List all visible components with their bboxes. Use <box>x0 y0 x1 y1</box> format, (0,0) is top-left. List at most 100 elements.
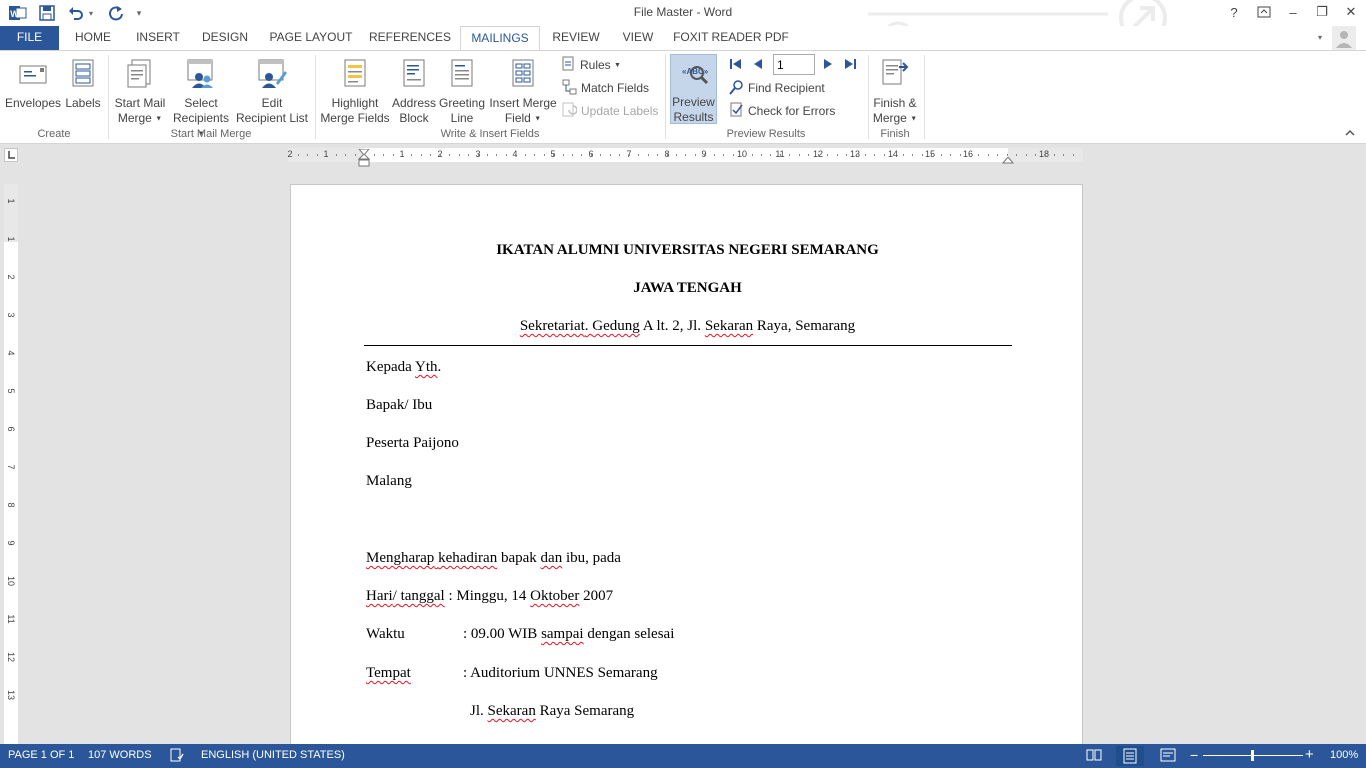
record-number-input[interactable] <box>773 54 815 75</box>
ruler-tick <box>808 154 809 156</box>
preview-results-label-1: Preview <box>672 95 715 109</box>
previous-record-icon[interactable] <box>751 57 767 73</box>
header-divider <box>364 345 1012 346</box>
read-mode-icon[interactable] <box>1086 748 1102 765</box>
ruler-tick <box>846 154 847 156</box>
next-record-icon[interactable] <box>821 57 837 73</box>
tab-mailings[interactable]: MAILINGS <box>460 26 540 51</box>
tab-foxit-reader-pdf[interactable]: FOXIT READER PDF <box>672 26 790 50</box>
ruler-tick <box>468 154 469 156</box>
ruler-tick <box>591 154 592 156</box>
page-count[interactable]: PAGE 1 OF 1 <box>8 749 74 761</box>
ruler-tick <box>317 154 318 156</box>
tab-view[interactable]: VIEW <box>616 26 660 50</box>
ruler-tick <box>969 154 970 156</box>
preview-abc-icon: «ABC» <box>671 58 716 92</box>
ruler-tick <box>799 154 800 156</box>
ruler-number: 13 <box>849 149 861 159</box>
greeting-line-button[interactable]: Greeting Line <box>437 57 487 126</box>
rules-icon <box>562 56 576 75</box>
heading-organization: IKATAN ALUMNI UNIVERSITAS NEGERI SEMARAN… <box>496 242 879 258</box>
address-block-button[interactable]: Address Block <box>391 57 437 126</box>
event-street: Jl. Sekaran Raya Semarang <box>470 703 635 719</box>
account-dropdown-icon[interactable]: ▾ <box>1318 33 1322 42</box>
first-record-icon[interactable] <box>728 57 746 73</box>
group-separator <box>868 55 869 139</box>
ruler-tick <box>421 154 422 156</box>
ruler-number: 2 <box>6 274 16 280</box>
print-layout-icon[interactable] <box>1116 746 1144 766</box>
check-for-errors-icon <box>729 102 744 121</box>
ruler-tick <box>648 154 649 156</box>
ruler-tick <box>761 154 762 156</box>
web-layout-icon[interactable] <box>1160 748 1176 765</box>
close-button[interactable]: ✕ <box>1337 2 1365 22</box>
find-recipient-label: Find Recipient <box>748 81 825 95</box>
insert-merge-field-label-2: Field <box>504 111 531 125</box>
edit-recipient-list-button[interactable]: Edit Recipient List <box>234 57 310 126</box>
ruler-tick <box>723 154 724 156</box>
ruler-tick <box>496 154 497 156</box>
hanging-indent-marker[interactable] <box>357 153 371 168</box>
ruler-tick <box>837 154 838 156</box>
tab-page-layout[interactable]: PAGE LAYOUT <box>265 26 357 50</box>
zoom-level[interactable]: 100% <box>1330 749 1358 761</box>
ruler-tick <box>884 154 885 156</box>
ruler-tick <box>941 154 942 156</box>
finish-merge-button[interactable]: Finish & Merge ▼ <box>870 57 920 126</box>
ruler-tick <box>1054 154 1055 156</box>
tab-insert[interactable]: INSERT <box>131 26 185 50</box>
horizontal-ruler[interactable]: 211234567891011121314151618 <box>287 146 1083 167</box>
ruler-tick <box>676 154 677 156</box>
find-recipient-button[interactable]: Find Recipient <box>729 78 825 98</box>
word-count[interactable]: 107 WORDS <box>88 749 152 761</box>
minimize-button[interactable]: – <box>1279 2 1307 22</box>
ribbon-display-button[interactable] <box>1250 2 1278 22</box>
right-indent-marker[interactable] <box>1001 154 1015 164</box>
preview-results-button[interactable]: «ABC» Preview Results <box>670 54 717 124</box>
last-record-icon[interactable] <box>842 57 860 73</box>
update-labels-button[interactable]: Update Labels <box>562 101 658 121</box>
heading-region: JAWA TENGAH <box>633 280 742 296</box>
group-label-create: Create <box>37 128 71 140</box>
first-line-indent-marker[interactable] <box>357 146 371 156</box>
collapse-ribbon-icon[interactable] <box>1344 127 1358 139</box>
ruler-tick <box>298 154 299 156</box>
ruler-number: 4 <box>6 350 16 356</box>
ruler-number: 10 <box>6 575 16 586</box>
tab-selector-icon[interactable] <box>4 148 18 162</box>
zoom-out-button[interactable]: − <box>1190 747 1198 763</box>
insert-merge-field-button[interactable]: Insert Merge Field ▼ <box>487 57 559 126</box>
proofing-icon[interactable] <box>170 748 184 765</box>
tab-file[interactable]: FILE <box>0 26 59 50</box>
match-fields-button[interactable]: Match Fields <box>562 78 649 98</box>
zoom-in-button[interactable]: + <box>1305 746 1314 763</box>
start-mail-merge-button[interactable]: Start Mail Merge ▼ <box>112 57 168 126</box>
ruler-tick <box>563 154 564 156</box>
labels-button[interactable]: Labels <box>62 57 104 111</box>
document-page[interactable]: IKATAN ALUMNI UNIVERSITAS NEGERI SEMARAN… <box>290 184 1083 744</box>
language-indicator[interactable]: ENGLISH (UNITED STATES) <box>201 749 345 761</box>
zoom-slider-thumb[interactable] <box>1251 750 1254 761</box>
group-separator <box>315 55 316 139</box>
tab-references[interactable]: REFERENCES <box>369 26 451 50</box>
envelopes-button[interactable]: Envelopes <box>4 57 62 111</box>
edit-recipient-list-icon <box>234 57 310 93</box>
ruler-tick <box>534 154 535 156</box>
ruler-number: 15 <box>924 149 936 159</box>
check-for-errors-button[interactable]: Check for Errors <box>729 101 835 121</box>
insert-merge-field-label-1: Insert Merge <box>489 96 557 110</box>
user-avatar[interactable] <box>1332 26 1356 50</box>
vertical-ruler[interactable]: 1 1 2 3 4 5 6 7 8 9 10 11 12 13 <box>4 184 18 744</box>
chevron-down-icon: ▼ <box>614 61 621 69</box>
tab-review[interactable]: REVIEW <box>548 26 604 50</box>
ruler-tick <box>922 154 923 156</box>
highlight-merge-fields-button[interactable]: Highlight Merge Fields <box>319 57 391 126</box>
ruler-tick <box>818 154 819 156</box>
tab-home[interactable]: HOME <box>67 26 119 50</box>
rules-button[interactable]: Rules ▼ <box>562 55 621 75</box>
help-button[interactable]: ? <box>1220 2 1248 22</box>
ruler-tick <box>714 154 715 156</box>
tab-design[interactable]: DESIGN <box>197 26 253 50</box>
maximize-button[interactable]: ❐ <box>1308 2 1336 22</box>
